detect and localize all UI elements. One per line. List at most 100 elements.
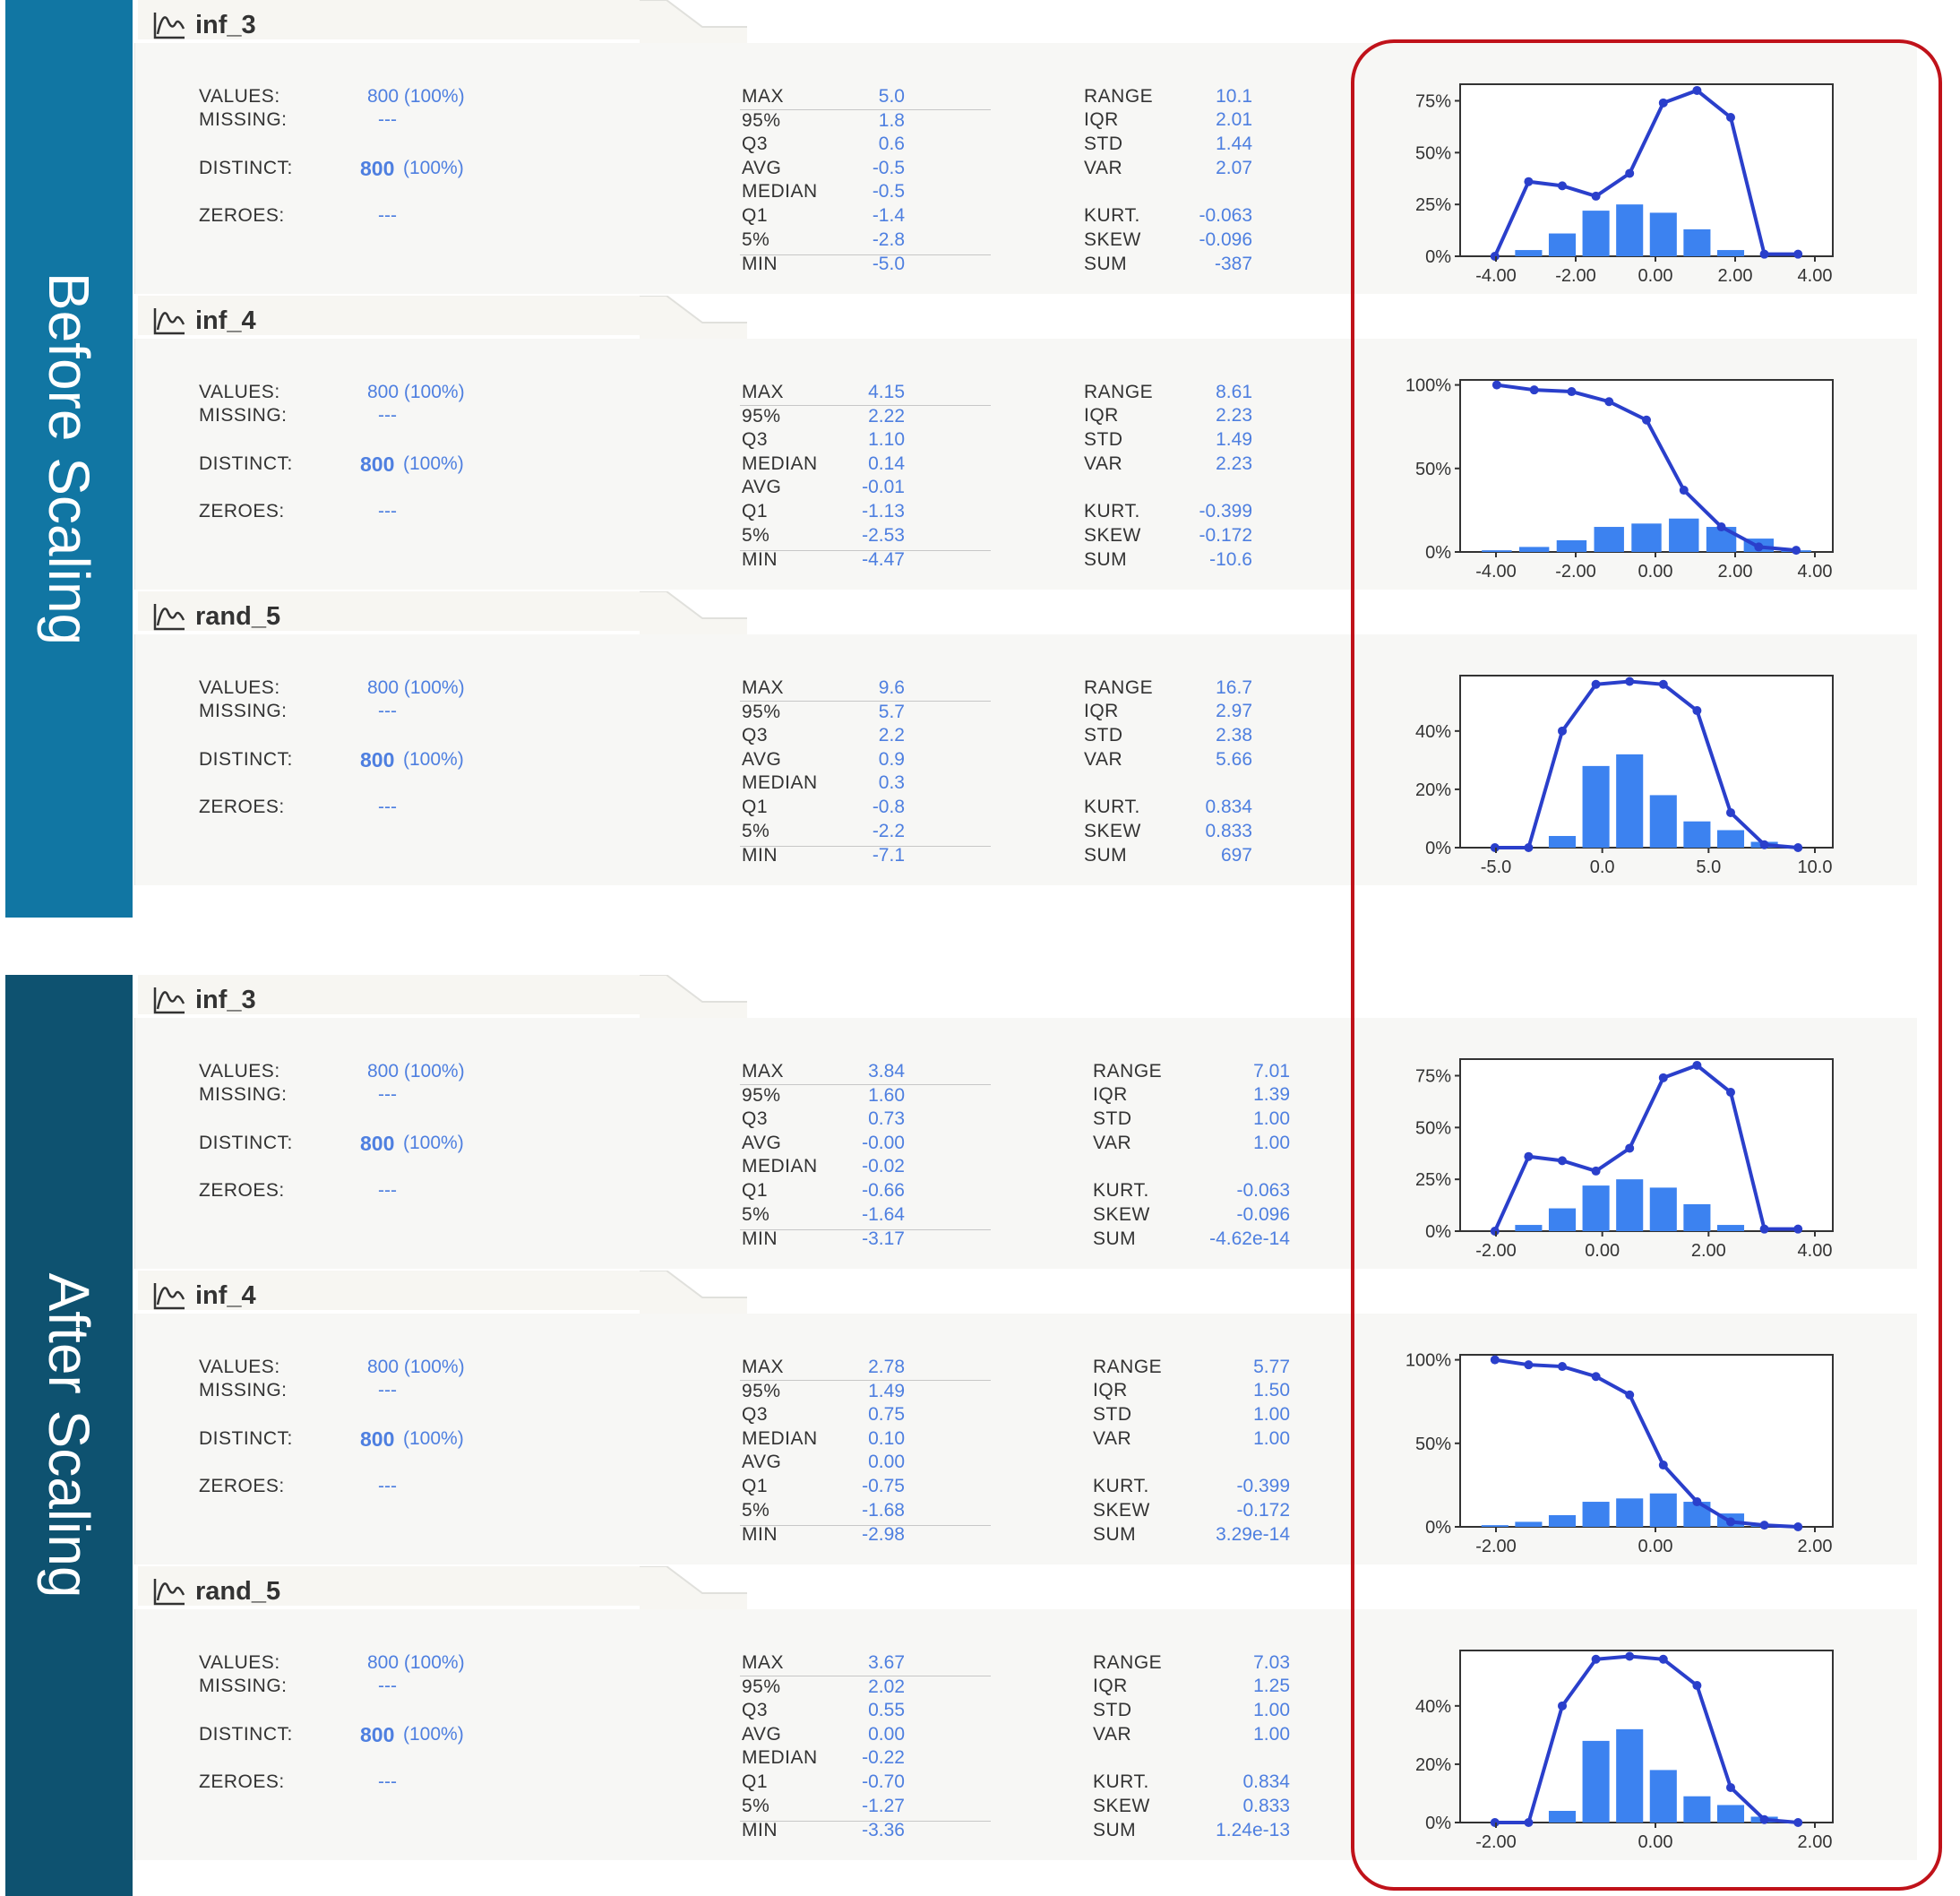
histogram-svg: 0% 25% 50% 75% -4.00 -2.00 0.00 2.00 4.00 bbox=[1415, 83, 1834, 286]
quantile-value: -5.0 bbox=[872, 254, 905, 274]
cumulative-point bbox=[1490, 252, 1500, 261]
stat-value: 0.833 bbox=[1205, 821, 1252, 841]
column-title[interactable]: rand_5 bbox=[152, 600, 280, 633]
quantile-value: -1.64 bbox=[862, 1204, 905, 1225]
quantile-value: 1.10 bbox=[868, 429, 905, 450]
quantile-label: MEDIAN bbox=[742, 453, 818, 474]
quantile-value: 0.73 bbox=[868, 1108, 905, 1129]
cumulative-point bbox=[1558, 1701, 1567, 1711]
plot-frame bbox=[1459, 1650, 1834, 1823]
column-name: inf_3 bbox=[195, 985, 256, 1014]
stat-value: 0.833 bbox=[1242, 1796, 1290, 1816]
y-tick-label: 25% bbox=[1415, 195, 1451, 215]
y-tick-label: 0% bbox=[1425, 247, 1451, 267]
quantile-value: -1.27 bbox=[862, 1796, 905, 1816]
zeroes-value: --- bbox=[378, 1180, 397, 1201]
stat-value: 1.00 bbox=[1253, 1404, 1290, 1425]
stat-label: SKEW bbox=[1093, 1796, 1150, 1816]
column-name: inf_3 bbox=[195, 10, 256, 39]
after-scaling-section: inf_3 VALUES: 800 (100%) MISSING: --- DISTINC… bbox=[134, 975, 1917, 1896]
stat-value: -0.063 bbox=[1236, 1180, 1290, 1201]
cumulative-point bbox=[1591, 1654, 1601, 1664]
stat-value: 5.66 bbox=[1216, 749, 1252, 770]
histogram-svg: 0% 50% 100% -2.00 0.00 2.00 bbox=[1406, 1351, 1834, 1556]
column-title[interactable]: inf_3 bbox=[152, 9, 256, 41]
distinct-percent: (100%) bbox=[403, 1133, 464, 1153]
quantile-value: 1.60 bbox=[868, 1085, 905, 1106]
missing-value: --- bbox=[378, 701, 397, 721]
y-tick-label: 0% bbox=[1425, 1222, 1451, 1242]
numeric-column-icon bbox=[153, 1579, 185, 1606]
histogram-chart: 0% 20% 40% -5.0 0.0 5.0 10.0 bbox=[1385, 663, 1851, 887]
histogram-bar bbox=[1518, 547, 1550, 552]
quantile-label: 5% bbox=[742, 1500, 770, 1521]
stat-value: -0.172 bbox=[1199, 525, 1252, 546]
histogram-bar bbox=[1616, 754, 1644, 848]
histogram-bar bbox=[1716, 830, 1745, 848]
zeroes-label: ZEROES: bbox=[199, 501, 285, 521]
stat-value: 1.44 bbox=[1216, 134, 1252, 154]
quantile-label: 95% bbox=[742, 702, 781, 722]
distinct-percent: (100%) bbox=[403, 1428, 464, 1449]
quantile-value: -7.1 bbox=[872, 845, 905, 866]
histogram-bar bbox=[1649, 1187, 1677, 1231]
quantile-value: 9.6 bbox=[878, 677, 905, 698]
column-title[interactable]: inf_3 bbox=[152, 984, 256, 1016]
cumulative-point bbox=[1558, 1156, 1567, 1166]
histogram-bar bbox=[1594, 527, 1624, 552]
stat-value: -0.172 bbox=[1236, 1500, 1290, 1521]
histogram-bar bbox=[1515, 1521, 1543, 1527]
x-tick-label: 10.0 bbox=[1798, 858, 1833, 877]
stat-label: SUM bbox=[1093, 1524, 1137, 1545]
quantile-value: 0.75 bbox=[868, 1404, 905, 1425]
cumulative-point bbox=[1726, 1517, 1735, 1527]
y-tick-label: 0% bbox=[1425, 543, 1451, 563]
column-title[interactable]: inf_4 bbox=[152, 1280, 256, 1312]
column-name: rand_5 bbox=[195, 1576, 281, 1606]
zeroes-label: ZEROES: bbox=[199, 1771, 285, 1792]
x-tick-label: 2.00 bbox=[1718, 562, 1753, 582]
cumulative-point bbox=[1793, 249, 1803, 259]
cumulative-point bbox=[1625, 1143, 1635, 1153]
stat-label: IQR bbox=[1093, 1380, 1128, 1400]
y-tick-label: 20% bbox=[1415, 1755, 1451, 1775]
quantile-divider bbox=[740, 1229, 991, 1230]
column-card: rand_5 VALUES: 800 (100%) MISSING: --- DISTIN… bbox=[134, 591, 1917, 887]
stat-value: 1.25 bbox=[1253, 1676, 1290, 1696]
quantile-label: MIN bbox=[742, 1228, 778, 1249]
histogram-svg: 0% 50% 100% -4.00 -2.00 0.00 2.00 4.00 bbox=[1406, 376, 1834, 582]
quantile-divider bbox=[740, 1380, 991, 1381]
histogram-chart: 0% 50% 100% -2.00 0.00 2.00 bbox=[1385, 1342, 1851, 1566]
quantile-label: MAX bbox=[742, 1357, 785, 1377]
histogram-chart: 0% 20% 40% -2.00 0.00 2.00 bbox=[1385, 1638, 1851, 1862]
quantile-value: -0.01 bbox=[862, 477, 905, 497]
missing-label: MISSING: bbox=[199, 109, 288, 130]
y-tick-label: 50% bbox=[1415, 1435, 1451, 1454]
y-tick-label: 50% bbox=[1415, 460, 1451, 479]
stat-value: -0.399 bbox=[1199, 501, 1252, 521]
quantile-label: MEDIAN bbox=[742, 1156, 818, 1176]
stat-label: VAR bbox=[1093, 1724, 1132, 1745]
values-value: 800 (100%) bbox=[367, 1061, 465, 1082]
quantile-value: -1.4 bbox=[872, 205, 905, 226]
stat-value: 0.834 bbox=[1242, 1771, 1290, 1792]
cumulative-point bbox=[1524, 1818, 1534, 1827]
y-tick-label: 20% bbox=[1415, 780, 1451, 800]
histogram-bar bbox=[1548, 835, 1577, 848]
histogram-bar bbox=[1616, 1728, 1644, 1823]
tab-slope bbox=[640, 591, 747, 636]
missing-label: MISSING: bbox=[199, 1380, 288, 1400]
numeric-column-icon bbox=[153, 13, 185, 39]
stat-value: 2.38 bbox=[1216, 725, 1252, 745]
stat-label: KURT. bbox=[1093, 1476, 1149, 1496]
numeric-column-icon bbox=[153, 308, 185, 335]
distinct-count: 800 bbox=[360, 1723, 395, 1746]
column-title[interactable]: rand_5 bbox=[152, 1575, 280, 1607]
y-tick-label: 40% bbox=[1415, 1697, 1451, 1717]
column-title[interactable]: inf_4 bbox=[152, 305, 256, 337]
histogram-bar bbox=[1582, 211, 1610, 256]
values-value: 800 (100%) bbox=[367, 677, 465, 698]
histogram-bar bbox=[1631, 523, 1662, 552]
y-tick-label: 75% bbox=[1415, 1067, 1451, 1087]
stat-value: 2.07 bbox=[1216, 158, 1252, 178]
